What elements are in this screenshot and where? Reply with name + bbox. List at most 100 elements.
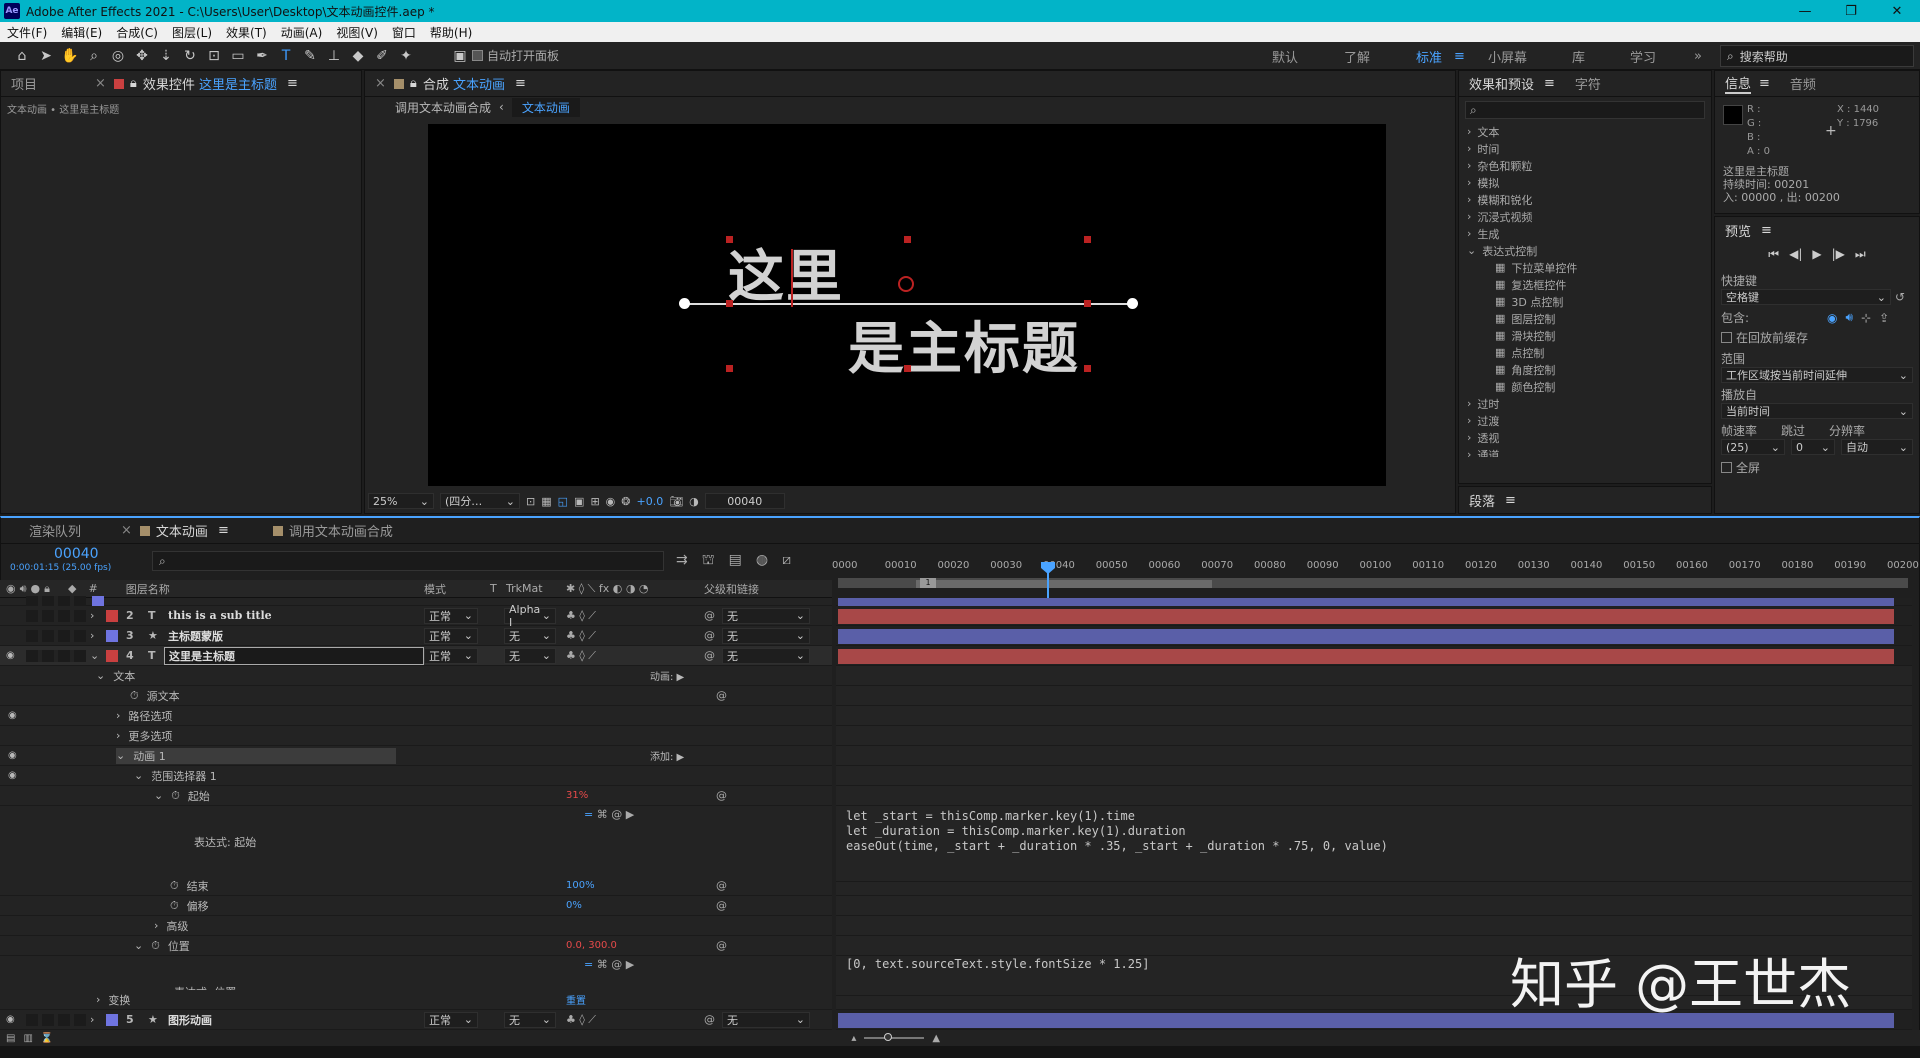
property-value[interactable]: 100%	[566, 880, 595, 891]
workspace-menu-icon[interactable]: ≡	[1454, 42, 1465, 70]
resolution-preview-dropdown[interactable]: 自动 ⌄	[1841, 439, 1913, 455]
zoom-in-icon[interactable]: ▲	[932, 1033, 940, 1044]
workspace-learn2[interactable]: 学习	[1630, 42, 1656, 70]
zoom-dropdown[interactable]: 25% ⌄	[368, 493, 434, 509]
effects-category-item[interactable]: ▦ 复选框控件	[1459, 276, 1711, 293]
render-time-icon[interactable]: ⌛	[41, 1033, 53, 1044]
type-tool-icon[interactable]: T	[274, 44, 298, 68]
stopwatch-icon[interactable]: ⏱	[170, 879, 179, 893]
visibility-icon[interactable]: ◉	[8, 750, 17, 761]
visibility-icon[interactable]: ◉	[6, 1014, 20, 1025]
last-frame-icon[interactable]: ⏭	[1855, 247, 1866, 262]
close-tab-icon[interactable]: ×	[95, 76, 106, 91]
crumb-parent[interactable]: 调用文本动画合成	[395, 99, 491, 116]
expression-start-text[interactable]: let _start = thisComp.marker.key(1).time…	[846, 809, 1388, 854]
layer-duration-bar[interactable]	[838, 608, 1894, 624]
shortcut-dropdown[interactable]: 空格键 ⌄	[1721, 289, 1891, 305]
resolution-dropdown[interactable]: (四分… ⌄	[440, 493, 520, 509]
anchor-point-icon[interactable]	[898, 276, 914, 292]
mode-dropdown[interactable]: 正常 ⌄	[424, 647, 478, 664]
rectangle-tool-icon[interactable]: ▭	[226, 44, 250, 68]
fullscreen-checkbox[interactable]: 全屏	[1721, 459, 1913, 476]
crumb-current[interactable]: 文本动画	[511, 97, 580, 117]
trkmat-dropdown[interactable]: 无 ⌄	[504, 627, 556, 644]
layer-switch-boxes[interactable]	[26, 649, 86, 662]
skip-dropdown[interactable]: 0 ⌄	[1791, 439, 1835, 455]
bbox-handle[interactable]	[904, 236, 911, 243]
layer-row[interactable]: ◉ › 5 ★ 图形动画 正常 ⌄ 无 ⌄ ♣ ◊ ⟋ @ 无 ⌄	[0, 1010, 832, 1030]
bbox-handle[interactable]	[1084, 365, 1091, 372]
effects-category-item[interactable]: ▦ 角度控制	[1459, 361, 1711, 378]
graph-editor-icon[interactable]: ⧄	[782, 552, 791, 570]
stopwatch-icon[interactable]: ⏱	[130, 689, 139, 703]
pen-tool-icon[interactable]: ✒	[250, 44, 274, 68]
region-of-interest-icon[interactable]: ▣	[574, 495, 584, 508]
stopwatch-icon[interactable]: ⏱	[170, 899, 179, 913]
path-endpoint-left[interactable]	[679, 298, 690, 309]
zoom-out-icon[interactable]: ▴	[851, 1033, 856, 1044]
tab-render-queue[interactable]: 渲染队列	[19, 518, 91, 544]
chevron-down-icon[interactable]: ⌄	[116, 749, 125, 762]
effects-category-item[interactable]: › 过时	[1459, 395, 1711, 412]
menu-help[interactable]: 帮助(H)	[423, 24, 479, 41]
bbox-handle[interactable]	[726, 300, 733, 307]
close-tab-icon[interactable]: ×	[375, 76, 386, 91]
cache-checkbox[interactable]: 在回放前缓存	[1721, 329, 1913, 346]
parent-dropdown[interactable]: 无 ⌄	[722, 627, 810, 644]
parent-dropdown[interactable]: 无 ⌄	[722, 1011, 810, 1028]
layer-label-color[interactable]	[106, 649, 118, 662]
property-row[interactable]: ⏱ 源文本 @	[0, 686, 832, 706]
menu-window[interactable]: 窗口	[385, 24, 423, 41]
menu-view[interactable]: 视图(V)	[329, 24, 385, 41]
effects-category-item[interactable]: ▦ 点控制	[1459, 344, 1711, 361]
property-row[interactable]: ◉ ⌄ 范围选择器 1	[0, 766, 832, 786]
clone-stamp-tool-icon[interactable]: ⊥	[322, 44, 346, 68]
property-row[interactable]: › 变换 重置	[0, 990, 832, 1010]
effects-category-item[interactable]: ▦ 颜色控制	[1459, 378, 1711, 395]
pickwhip-icon[interactable]: @	[716, 899, 727, 912]
trkmat-header[interactable]: TrkMat	[506, 582, 543, 595]
layer-name[interactable]: 主标题蒙版	[164, 628, 424, 644]
overlays-toggle-icon[interactable]: ⊹	[1861, 311, 1871, 325]
bbox-handle[interactable]	[904, 365, 911, 372]
layer-duration-bar[interactable]	[838, 648, 1894, 664]
shy-layers-icon[interactable]: ⛫	[702, 552, 715, 570]
tab-character[interactable]: 字符	[1565, 71, 1611, 97]
home-icon[interactable]: ⌂	[10, 44, 34, 68]
pickwhip-icon[interactable]: @	[704, 649, 715, 662]
expression-controls[interactable]: = ⌘ @ ▶	[584, 958, 634, 971]
stopwatch-icon[interactable]: ⏱	[171, 789, 180, 803]
layer-name[interactable]: 这里是主标题	[164, 646, 424, 665]
fps-dropdown[interactable]: (25) ⌄	[1721, 439, 1785, 455]
chevron-right-icon[interactable]: ›	[96, 993, 100, 1006]
tab-timeline-comp[interactable]: × 文本动画 ≡	[111, 518, 239, 544]
eraser-tool-icon[interactable]: ◆	[346, 44, 370, 68]
reset-icon[interactable]: ↺	[1895, 290, 1905, 304]
show-snapshot-icon[interactable]: ◑	[689, 495, 699, 508]
tab-info[interactable]: 信息 ≡	[1715, 71, 1780, 97]
expression-controls[interactable]: = ⌘ @ ▶	[584, 808, 634, 821]
pickwhip-icon[interactable]: @	[716, 789, 727, 802]
panel-menu-icon[interactable]: ≡	[287, 76, 298, 91]
property-value[interactable]: 0.0, 300.0	[566, 940, 617, 951]
panel-menu-icon[interactable]: ≡	[1544, 76, 1555, 91]
pickwhip-icon[interactable]: @	[716, 879, 727, 892]
timeline-zoom-slider[interactable]	[864, 1033, 925, 1041]
tab-timeline-comp2[interactable]: 调用文本动画合成	[263, 518, 403, 544]
layer-switch-boxes[interactable]	[26, 1013, 86, 1026]
panel-menu-icon[interactable]: ≡	[1761, 223, 1772, 238]
expression-menu-icon[interactable]: ▶	[626, 808, 634, 821]
tab-project[interactable]: 项目	[1, 71, 47, 97]
layer-name[interactable]: this is a sub title	[164, 609, 424, 622]
expression-position-text[interactable]: [0, text.sourceText.style.fontSize * 1.2…	[846, 957, 1149, 972]
property-value[interactable]: 重置	[566, 992, 586, 1007]
layer-row[interactable]	[0, 595, 832, 608]
parent-dropdown[interactable]: 无 ⌄	[722, 647, 810, 664]
effects-category-item[interactable]: › 时间	[1459, 140, 1711, 157]
motion-blur-icon[interactable]: ◍	[756, 552, 768, 570]
chevron-right-icon[interactable]: ›	[116, 709, 120, 722]
anchor-tool-icon[interactable]: ⊡	[202, 44, 226, 68]
chevron-down-icon[interactable]: ⌄	[134, 769, 143, 782]
expression-menu-icon[interactable]: ▶	[626, 958, 634, 971]
bbox-handle[interactable]	[1084, 300, 1091, 307]
